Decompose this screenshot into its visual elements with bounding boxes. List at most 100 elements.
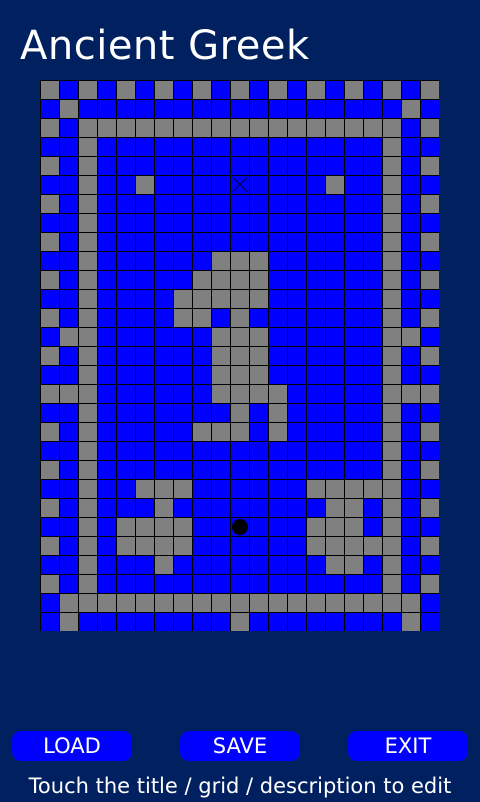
gray-tile[interactable] xyxy=(193,119,211,137)
blue-tile[interactable] xyxy=(250,157,268,175)
blue-tile[interactable] xyxy=(326,195,344,213)
blue-tile[interactable] xyxy=(307,290,325,308)
blue-tile[interactable] xyxy=(60,518,78,536)
blue-tile[interactable] xyxy=(60,157,78,175)
blue-tile[interactable] xyxy=(193,442,211,460)
blue-tile[interactable] xyxy=(288,423,306,441)
blue-tile[interactable] xyxy=(364,252,382,270)
blue-tile[interactable] xyxy=(41,252,59,270)
blue-tile[interactable] xyxy=(98,366,116,384)
exit-button[interactable]: EXIT xyxy=(348,731,468,761)
blue-tile[interactable] xyxy=(250,556,268,574)
blue-tile[interactable] xyxy=(345,442,363,460)
blue-tile[interactable] xyxy=(117,157,135,175)
gray-tile[interactable] xyxy=(364,480,382,498)
blue-tile[interactable] xyxy=(345,271,363,289)
blue-tile[interactable] xyxy=(41,594,59,612)
blue-tile[interactable] xyxy=(155,442,173,460)
blue-tile[interactable] xyxy=(288,442,306,460)
blue-tile[interactable] xyxy=(98,575,116,593)
blue-tile[interactable] xyxy=(98,252,116,270)
blue-tile[interactable] xyxy=(193,556,211,574)
blue-tile[interactable] xyxy=(364,385,382,403)
blue-tile[interactable] xyxy=(60,119,78,137)
blue-tile[interactable] xyxy=(117,100,135,118)
gray-tile[interactable] xyxy=(250,328,268,346)
gray-tile[interactable] xyxy=(79,271,97,289)
gray-tile[interactable] xyxy=(41,157,59,175)
gray-tile[interactable] xyxy=(174,290,192,308)
blue-tile[interactable] xyxy=(60,461,78,479)
blue-tile[interactable] xyxy=(326,81,344,99)
gray-tile[interactable] xyxy=(383,442,401,460)
blue-tile[interactable] xyxy=(193,157,211,175)
blue-tile[interactable] xyxy=(136,556,154,574)
gray-tile[interactable] xyxy=(212,594,230,612)
blue-tile[interactable] xyxy=(155,575,173,593)
blue-tile[interactable] xyxy=(98,233,116,251)
gray-tile[interactable] xyxy=(79,556,97,574)
blue-tile[interactable] xyxy=(41,480,59,498)
blue-tile[interactable] xyxy=(307,195,325,213)
blue-tile[interactable] xyxy=(60,575,78,593)
blue-tile[interactable] xyxy=(155,328,173,346)
blue-tile[interactable] xyxy=(288,556,306,574)
blue-tile[interactable] xyxy=(250,81,268,99)
blue-tile[interactable] xyxy=(402,366,420,384)
gray-tile[interactable] xyxy=(79,138,97,156)
blue-tile[interactable] xyxy=(326,366,344,384)
blue-tile[interactable] xyxy=(193,366,211,384)
blue-tile[interactable] xyxy=(288,290,306,308)
gray-tile[interactable] xyxy=(307,518,325,536)
blue-tile[interactable] xyxy=(231,138,249,156)
blue-tile[interactable] xyxy=(288,328,306,346)
blue-tile[interactable] xyxy=(41,328,59,346)
blue-tile[interactable] xyxy=(60,138,78,156)
blue-tile[interactable] xyxy=(231,100,249,118)
gray-tile[interactable] xyxy=(79,195,97,213)
blue-tile[interactable] xyxy=(402,290,420,308)
gray-tile[interactable] xyxy=(345,81,363,99)
blue-tile[interactable] xyxy=(250,518,268,536)
blue-tile[interactable] xyxy=(60,480,78,498)
gray-tile[interactable] xyxy=(326,480,344,498)
blue-tile[interactable] xyxy=(155,195,173,213)
gray-tile[interactable] xyxy=(79,233,97,251)
blue-tile[interactable] xyxy=(117,423,135,441)
blue-tile[interactable] xyxy=(117,461,135,479)
blue-tile[interactable] xyxy=(174,214,192,232)
blue-tile[interactable] xyxy=(345,575,363,593)
gray-tile[interactable] xyxy=(79,404,97,422)
blue-tile[interactable] xyxy=(288,480,306,498)
gray-tile[interactable] xyxy=(383,271,401,289)
blue-tile[interactable] xyxy=(117,480,135,498)
blue-tile[interactable] xyxy=(269,100,287,118)
blue-tile[interactable] xyxy=(307,176,325,194)
gray-tile[interactable] xyxy=(117,81,135,99)
gray-tile[interactable] xyxy=(383,347,401,365)
gray-tile[interactable] xyxy=(231,347,249,365)
gray-tile[interactable] xyxy=(231,290,249,308)
gray-tile[interactable] xyxy=(155,594,173,612)
gray-tile[interactable] xyxy=(79,290,97,308)
gray-tile[interactable] xyxy=(383,81,401,99)
gray-tile[interactable] xyxy=(307,537,325,555)
blue-tile[interactable] xyxy=(136,309,154,327)
blue-tile[interactable] xyxy=(364,499,382,517)
blue-tile[interactable] xyxy=(41,556,59,574)
blue-tile[interactable] xyxy=(98,499,116,517)
blue-tile[interactable] xyxy=(307,499,325,517)
gray-tile[interactable] xyxy=(383,119,401,137)
gray-tile[interactable] xyxy=(345,537,363,555)
blue-tile[interactable] xyxy=(60,309,78,327)
gray-tile[interactable] xyxy=(79,347,97,365)
gray-tile[interactable] xyxy=(421,233,439,251)
blue-tile[interactable] xyxy=(193,404,211,422)
gray-tile[interactable] xyxy=(326,556,344,574)
blue-tile[interactable] xyxy=(345,366,363,384)
gray-tile[interactable] xyxy=(41,575,59,593)
gray-tile[interactable] xyxy=(383,176,401,194)
gray-tile[interactable] xyxy=(193,423,211,441)
blue-tile[interactable] xyxy=(193,195,211,213)
blue-tile[interactable] xyxy=(174,195,192,213)
